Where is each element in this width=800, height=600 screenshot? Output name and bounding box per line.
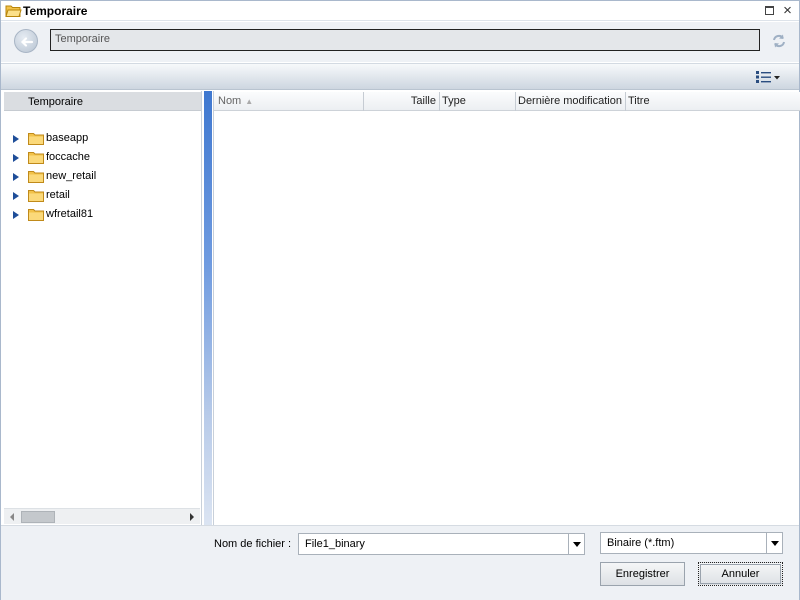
tree-item-wfretail81[interactable]: wfretail81	[2, 206, 200, 225]
address-bar: Temporaire	[1, 22, 799, 62]
folder-icon	[28, 133, 44, 145]
expand-arrow-icon[interactable]	[13, 154, 19, 162]
folder-icon	[28, 152, 44, 164]
toolbar	[1, 63, 799, 90]
expand-arrow-icon[interactable]	[13, 135, 19, 143]
filename-label: Nom de fichier :	[214, 538, 292, 550]
pane-splitter[interactable]	[204, 91, 212, 525]
filename-input[interactable]: File1_binary	[298, 533, 585, 555]
folder-icon	[28, 171, 44, 183]
window-title: Temporaire	[23, 4, 88, 18]
folder-icon	[28, 190, 44, 202]
tree-item-new-retail[interactable]: new_retail	[2, 168, 200, 187]
column-header-title[interactable]: Titre	[626, 92, 800, 111]
column-header-modified[interactable]: Dernière modification	[516, 92, 626, 111]
save-button[interactable]: Enregistrer	[600, 562, 685, 586]
maximize-icon[interactable]	[763, 5, 776, 18]
folder-open-icon	[5, 5, 22, 17]
scroll-left-icon[interactable]	[10, 513, 14, 521]
title-bar[interactable]: Temporaire ×	[1, 1, 799, 21]
dialog-footer: Nom de fichier : File1_binary Binaire (*…	[1, 525, 799, 600]
tree-item-foccache[interactable]: foccache	[2, 149, 200, 168]
path-field[interactable]: Temporaire	[50, 29, 760, 51]
save-dialog-window: Temporaire × Temporaire Temporaire basea…	[0, 0, 800, 600]
refresh-icon[interactable]	[771, 33, 787, 49]
cancel-button[interactable]: Annuler	[698, 562, 783, 586]
chevron-down-icon[interactable]	[766, 533, 782, 553]
column-header-name[interactable]: Nom ▲	[214, 92, 364, 111]
filetype-value[interactable]: Binaire (*.ftm)	[607, 537, 674, 549]
expand-arrow-icon[interactable]	[13, 192, 19, 200]
tree-item-label: new_retail	[46, 170, 97, 182]
tree-item-label: foccache	[46, 151, 91, 163]
column-label: Nom	[218, 95, 242, 107]
filename-value[interactable]: File1_binary	[305, 538, 365, 550]
tree-item-baseapp[interactable]: baseapp	[2, 130, 200, 149]
tree-header[interactable]: Temporaire	[4, 92, 201, 111]
tree-item-retail[interactable]: retail	[2, 187, 200, 206]
close-icon[interactable]: ×	[781, 3, 794, 18]
folder-tree-pane: Temporaire baseapp foccache new_retail r…	[2, 91, 202, 525]
tree-item-label: retail	[46, 189, 70, 201]
back-arrow-icon	[20, 37, 34, 47]
column-header-size[interactable]: Taille	[364, 92, 440, 111]
file-list-header: Nom ▲ Taille Type Dernière modification T…	[214, 92, 800, 111]
folder-tree: baseapp foccache new_retail retail wfret	[2, 130, 200, 225]
back-button[interactable]	[14, 29, 38, 53]
details-view-icon[interactable]	[755, 70, 781, 84]
scroll-right-icon[interactable]	[190, 513, 194, 521]
chevron-down-icon[interactable]	[568, 534, 584, 554]
folder-icon	[28, 209, 44, 221]
tree-item-label: baseapp	[46, 132, 89, 144]
scroll-thumb[interactable]	[21, 511, 55, 523]
filetype-select[interactable]: Binaire (*.ftm)	[600, 532, 783, 554]
sort-asc-icon: ▲	[245, 97, 254, 106]
expand-arrow-icon[interactable]	[13, 173, 19, 181]
expand-arrow-icon[interactable]	[13, 211, 19, 219]
tree-item-label: wfretail81	[46, 208, 94, 220]
column-header-type[interactable]: Type	[440, 92, 516, 111]
file-list-pane: Nom ▲ Taille Type Dernière modification T…	[213, 91, 800, 525]
horizontal-scrollbar[interactable]	[4, 508, 200, 524]
